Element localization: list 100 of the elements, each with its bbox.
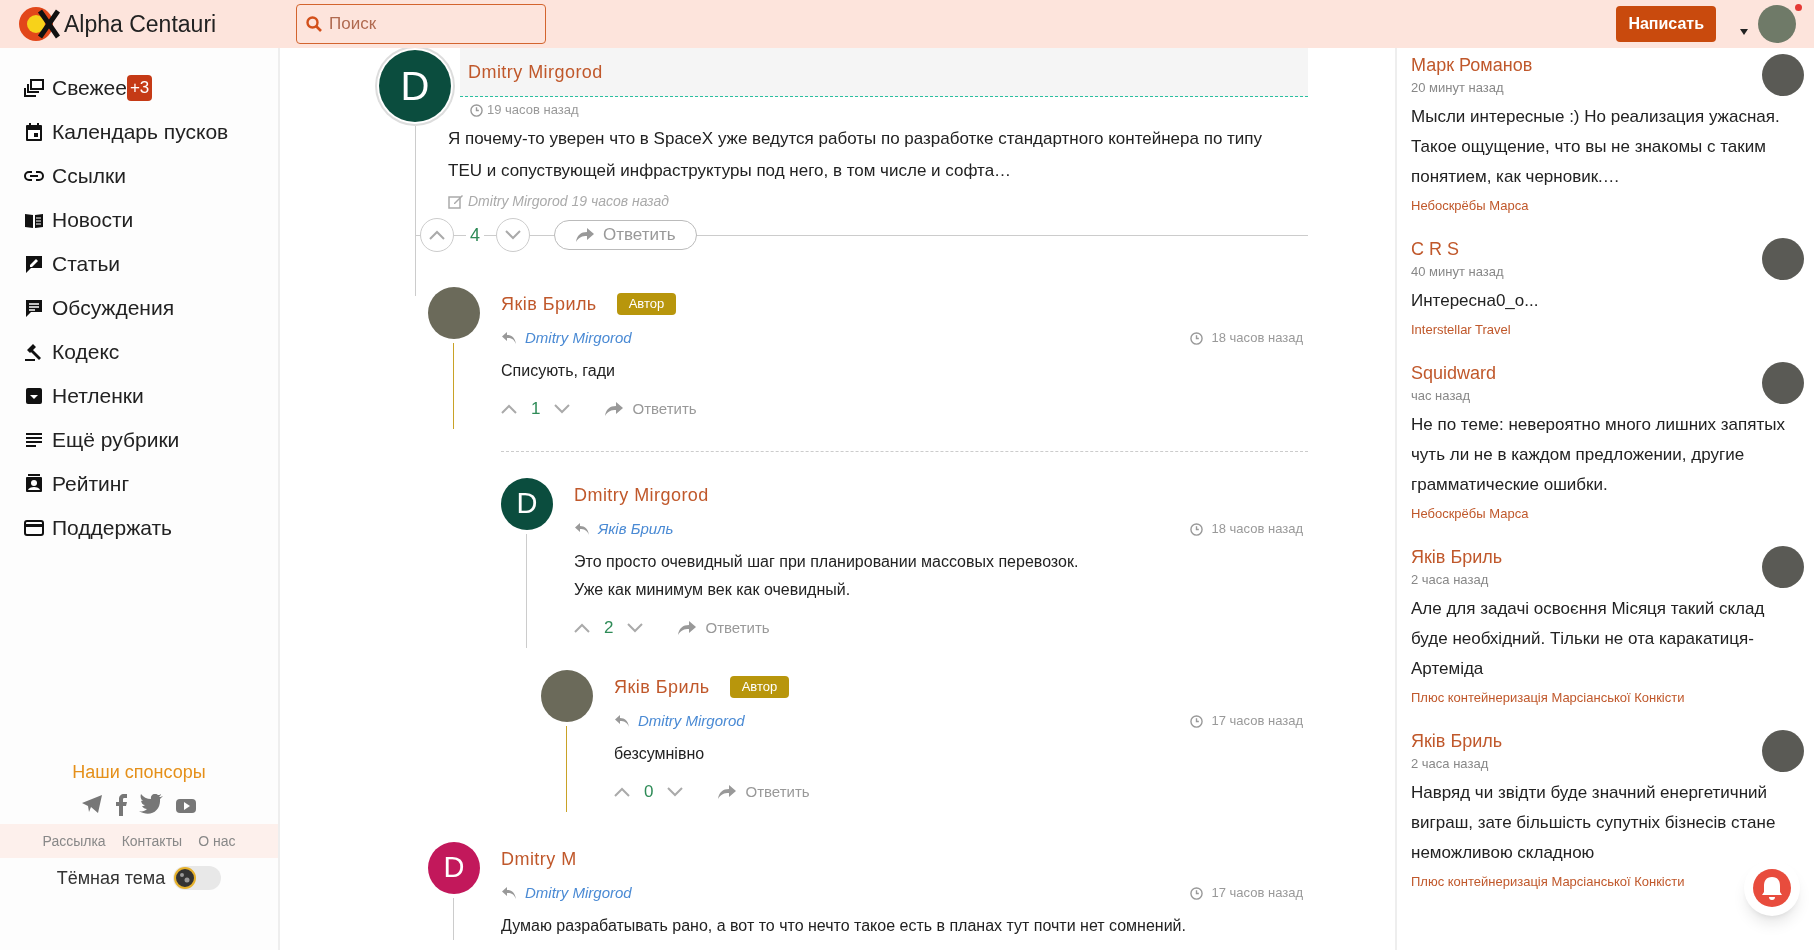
reply-to-link[interactable]: Dmitry Mirgorod: [525, 881, 632, 905]
downvote-button[interactable]: [496, 218, 530, 252]
upvote-icon[interactable]: [501, 404, 517, 414]
article-link[interactable]: Небоскрёбы Марса: [1411, 192, 1529, 220]
new-count-badge: +3: [126, 75, 153, 101]
author-tag: Автор: [729, 676, 790, 698]
letter-f-icon[interactable]: [115, 794, 127, 816]
sidebar-menu-item[interactable]: Ссылки: [24, 154, 278, 198]
dark-theme-toggle[interactable]: [173, 866, 222, 890]
comment-text: Не по теме: невероятно много лишних запятых чуть ли не в каждом предложении, другие грамматические ошибки.: [1411, 414, 1786, 496]
comment-text: Думаю разрабатывать рано, а вот то что нечто такое есть в планах тут почти нет сомнений.: [501, 916, 1187, 936]
chevron-up-icon: [429, 230, 445, 240]
search-icon: [306, 16, 322, 32]
article-link[interactable]: Плюс контейнеризація Марсіанської Конкісти: [1411, 868, 1685, 896]
sidebar-menu-item[interactable]: Календарь пусков: [24, 110, 278, 154]
upvote-icon[interactable]: [614, 787, 630, 797]
comment-time: 2 часа назад: [1411, 755, 1490, 773]
logo-icon[interactable]: [18, 5, 60, 43]
sidebar-menu-item[interactable]: Статьи: [24, 242, 278, 286]
bird-icon[interactable]: [139, 794, 163, 814]
sidebar-menu-item[interactable]: Ещё рубрики: [24, 418, 278, 462]
author-name[interactable]: Dmitry Mirgorod: [468, 58, 603, 86]
comment-time: 19 часов назад: [487, 101, 579, 120]
reply-to-link[interactable]: Dmitry Mirgorod: [638, 709, 745, 733]
comment-text: Списують, гади: [501, 361, 616, 381]
sidebar-menu-item[interactable]: Обсуждения: [24, 286, 278, 330]
vote-count: 2: [604, 617, 614, 640]
edit-icon: [448, 193, 464, 209]
reply-arrow-icon: [574, 522, 590, 536]
vote-count: 0: [644, 781, 654, 804]
clock-icon: [470, 103, 483, 117]
comment-time: 40 минут назад: [1411, 263, 1505, 281]
commenter-name[interactable]: Марк Романов: [1411, 52, 1754, 78]
bell-icon: [1752, 868, 1792, 908]
sidebar-menu-item[interactable]: Кодекс: [24, 330, 278, 374]
site-title[interactable]: Alpha Centauri: [64, 6, 217, 42]
forward-arrow-icon: [604, 401, 625, 417]
letter-avatar: D: [379, 50, 451, 122]
comment-text: Мысли интересные :) Но реализация ужасная. Такое ощущение, что вы не знакомы с таким понятием, как черновик.…: [1411, 106, 1781, 188]
credit-card-icon: [24, 518, 44, 538]
avatar-photo-placeholder: [1762, 546, 1804, 588]
footer-link[interactable]: Контакты: [121, 830, 183, 852]
reply-to-link[interactable]: Яків Бриль: [598, 517, 674, 541]
article-link[interactable]: Плюс контейнеризація Марсіанської Конкісти: [1411, 684, 1685, 712]
sidebar-menu-item[interactable]: Рейтинг: [24, 462, 278, 506]
text-lines-icon: [24, 430, 44, 450]
author-name[interactable]: Dmitry Mirgorod: [574, 481, 709, 509]
sidebar-menu-item[interactable]: Новости: [24, 198, 278, 242]
clock-icon: [1190, 886, 1204, 900]
letter-avatar: D: [428, 842, 480, 894]
gavel-icon: [24, 342, 44, 362]
author-name[interactable]: Dmitry M: [501, 845, 577, 873]
upvote-button[interactable]: [420, 218, 454, 252]
upvote-icon[interactable]: [574, 623, 590, 633]
user-avatar[interactable]: [1758, 5, 1796, 43]
clock-icon: [1190, 331, 1204, 345]
commenter-name[interactable]: Яків Бриль: [1411, 544, 1754, 570]
commenter-name[interactable]: C R S: [1411, 236, 1754, 262]
avatar-photo-placeholder: [541, 670, 593, 722]
reply-button[interactable]: Ответить: [677, 616, 770, 640]
reply-button[interactable]: Ответить: [604, 397, 697, 421]
sidebar-menu-item[interactable]: Поддержать: [24, 506, 278, 550]
comment-time: 2 часа назад: [1411, 571, 1490, 589]
downvote-icon[interactable]: [627, 623, 644, 633]
comment-text: Интересна0_о...: [1411, 290, 1540, 312]
sponsors-title: Наши спонсоры: [71, 761, 207, 784]
footer-link[interactable]: Рассылка: [42, 830, 106, 852]
article-link[interactable]: Interstellar Travel: [1411, 316, 1511, 344]
chevron-down-icon: [505, 230, 521, 240]
commenter-name[interactable]: Яків Бриль: [1411, 728, 1754, 754]
reply-arrow-icon: [501, 331, 517, 345]
comment-time: 18 часов назад: [1211, 329, 1303, 348]
sidebar-menu-item[interactable]: Свежее+3: [24, 66, 278, 110]
reply-button[interactable]: Ответить: [717, 780, 810, 804]
letter-avatar: D: [501, 478, 553, 530]
paper-plane-icon[interactable]: [81, 794, 103, 814]
comment-time: 18 часов назад: [1211, 520, 1303, 539]
forward-arrow-icon: [717, 784, 738, 800]
avatar-photo-placeholder: [1762, 730, 1804, 772]
author-name[interactable]: Яків Бриль: [501, 290, 597, 318]
reply-to-link[interactable]: Dmitry Mirgorod: [525, 326, 632, 350]
write-button[interactable]: Написать: [1616, 6, 1716, 42]
avatar-photo-placeholder: [1762, 238, 1804, 280]
reply-button[interactable]: Ответить: [554, 220, 697, 250]
clock-icon: [1190, 522, 1204, 536]
commenter-name[interactable]: Squidward: [1411, 360, 1754, 386]
downvote-icon[interactable]: [667, 787, 684, 797]
search-field[interactable]: Поиск: [296, 4, 546, 44]
footer-link[interactable]: О нас: [198, 830, 236, 852]
comment-time: 20 минут назад: [1411, 79, 1505, 97]
comment-text: безсумнівно: [614, 744, 706, 764]
article-link[interactable]: Небоскрёбы Марса: [1411, 500, 1529, 528]
downvote-icon[interactable]: [554, 404, 571, 414]
sidebar-menu-item[interactable]: Нетленки: [24, 374, 278, 418]
chat-bubble-icon: [24, 298, 44, 318]
comment-text: Я почему-то уверен что в SpaceX уже ведутся работы по разработке стандартного контейнера по типу TEU и сопуствующей инфраструктуры под него, в том числе и софта…: [448, 128, 1264, 182]
caret-icon[interactable]: [1740, 29, 1748, 35]
stacked-cards-icon: [24, 78, 44, 98]
clock-icon: [1190, 714, 1204, 728]
author-name[interactable]: Яків Бриль: [614, 673, 710, 701]
